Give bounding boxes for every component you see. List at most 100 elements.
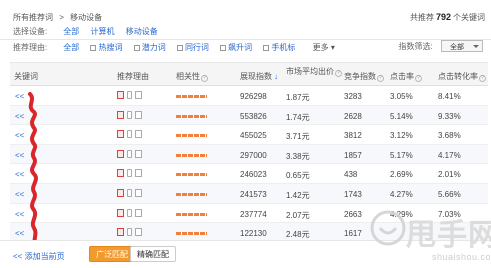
index-filter-select[interactable]: 全部 bbox=[441, 40, 483, 52]
document-icon bbox=[135, 228, 142, 237]
reason-checkbox-peer[interactable] bbox=[176, 45, 183, 51]
reason-checkbox-potential[interactable] bbox=[133, 45, 140, 51]
impressions-cell: 237774 bbox=[240, 209, 267, 219]
scribble-stroke bbox=[28, 92, 38, 248]
total-suffix: 个关键词 bbox=[453, 13, 485, 22]
reason-checkbox-rising[interactable] bbox=[220, 45, 227, 51]
avg-price-cell: 1.87元 bbox=[286, 93, 310, 102]
device-option-mobile[interactable]: 移动设备 bbox=[126, 26, 158, 37]
ctr-cell: 5.14% bbox=[390, 111, 413, 121]
avg-price-cell: 2.48元 bbox=[286, 230, 310, 240]
reason-icons bbox=[117, 149, 145, 159]
document-icon bbox=[135, 130, 142, 139]
reason-option-hot[interactable]: 热搜词 bbox=[98, 42, 122, 53]
total-count: 共推荐 792 个关键词 bbox=[410, 12, 485, 23]
col-ctr[interactable]: 点击率? bbox=[390, 71, 422, 82]
avg-price-cell: 1.74元 bbox=[286, 112, 310, 122]
competition-cell: 1617 bbox=[344, 229, 362, 239]
add-current-page-link[interactable]: << 添加当前页 bbox=[13, 251, 65, 262]
mobile-icon bbox=[127, 91, 132, 99]
exact-match-button[interactable]: 精确匹配 bbox=[130, 246, 176, 262]
competition-cell: 3812 bbox=[344, 131, 362, 141]
device-option-all[interactable]: 全部 bbox=[63, 26, 79, 37]
mobile-icon bbox=[127, 208, 132, 217]
ctr-cell: 5.17% bbox=[390, 150, 413, 160]
competition-cell: 3283 bbox=[344, 92, 362, 101]
help-icon: ? bbox=[335, 70, 342, 77]
reason-option-potential[interactable]: 潜力词 bbox=[142, 42, 166, 53]
cvr-cell: 8.41% bbox=[438, 92, 461, 101]
reason-icons bbox=[117, 91, 145, 100]
competition-cell: 1743 bbox=[344, 189, 362, 199]
col-competition-label: 竞争指数 bbox=[344, 72, 376, 81]
competition-cell: 2628 bbox=[344, 111, 362, 121]
reason-option-mobile-tag[interactable]: 手机标 bbox=[271, 42, 295, 53]
hot-tag-icon bbox=[117, 110, 124, 119]
sort-down-icon: ↓ bbox=[274, 72, 278, 81]
hot-tag-icon bbox=[117, 169, 124, 178]
table-row: << 297000 3.38元 1857 5.17% 4.17% bbox=[10, 144, 488, 165]
total-prefix: 共推荐 bbox=[409, 13, 434, 22]
breadcrumb-root[interactable]: 所有推荐词 bbox=[13, 13, 53, 22]
relevance-bar bbox=[176, 211, 207, 220]
mobile-icon bbox=[127, 149, 132, 158]
col-relevance[interactable]: 相关性? bbox=[176, 71, 208, 82]
col-impressions[interactable]: 展现指数 ↓ bbox=[240, 71, 278, 82]
more-filters-button[interactable]: 更多 ▾ bbox=[313, 43, 335, 52]
cvr-cell: 9.33% bbox=[438, 111, 461, 121]
hot-tag-icon bbox=[117, 149, 124, 158]
hot-tag-icon bbox=[117, 228, 124, 237]
reason-icons bbox=[117, 188, 145, 198]
impressions-cell: 246023 bbox=[240, 170, 267, 180]
ctr-cell: 3.12% bbox=[390, 131, 413, 141]
competition-cell: 2663 bbox=[344, 209, 362, 219]
mobile-icon bbox=[127, 188, 132, 197]
device-filter-label: 选择设备: bbox=[13, 27, 48, 36]
relevance-bar bbox=[176, 191, 207, 200]
cvr-cell: 4.17% bbox=[438, 150, 461, 160]
reason-checkbox-hot[interactable] bbox=[90, 45, 97, 51]
reason-icons bbox=[117, 208, 145, 218]
broad-match-button[interactable]: 广泛匹配 bbox=[89, 246, 135, 262]
reason-option-rising[interactable]: 飙升词 bbox=[228, 42, 252, 53]
impressions-cell: 553826 bbox=[240, 111, 267, 121]
col-avg-price[interactable]: 市场平均出价? bbox=[286, 66, 342, 77]
chevron-down-icon: ▾ bbox=[330, 43, 335, 52]
col-reason: 推荐理由 bbox=[117, 72, 149, 81]
col-avg-price-label: 市场平均出价 bbox=[286, 67, 334, 76]
competition-cell: 438 bbox=[344, 170, 358, 180]
impressions-cell: 926298 bbox=[240, 92, 267, 101]
document-icon bbox=[135, 149, 142, 158]
avg-price-cell: 0.65元 bbox=[286, 171, 310, 181]
reason-checkbox-mobile-tag[interactable] bbox=[263, 45, 270, 51]
reason-option-all[interactable]: 全部 bbox=[63, 42, 79, 53]
table-row: << 455025 3.71元 3812 3.12% 3.68% bbox=[10, 125, 488, 145]
mobile-icon bbox=[127, 169, 132, 178]
reason-filter: 推荐理由: 全部 热搜词 潜力词 同行词 飙升词 手机标 更多 ▾ bbox=[13, 42, 335, 53]
hot-tag-icon bbox=[117, 188, 124, 197]
device-filter: 选择设备: 全部 计算机 移动设备 bbox=[13, 26, 167, 37]
col-keyword: 关键词 bbox=[14, 72, 38, 81]
document-icon bbox=[135, 91, 142, 99]
breadcrumb: 所有推荐词 > 移动设备 bbox=[13, 12, 106, 23]
help-icon: ? bbox=[415, 75, 422, 82]
watermark-sub: shuaishou.com bbox=[432, 252, 491, 262]
index-filter-value: 全部 bbox=[450, 44, 464, 51]
col-cvr[interactable]: 点击转化率? bbox=[438, 71, 486, 82]
help-icon: ? bbox=[201, 75, 208, 82]
top-panel: 所有推荐词 > 移动设备 共推荐 792 个关键词 选择设备: 全部 计算机 移动设… bbox=[0, 0, 491, 40]
device-option-computer[interactable]: 计算机 bbox=[90, 26, 114, 37]
document-icon bbox=[135, 169, 142, 178]
reason-icons bbox=[117, 228, 145, 237]
hot-tag-icon bbox=[117, 208, 124, 217]
more-filters-label: 更多 bbox=[312, 43, 329, 52]
reason-option-peer[interactable]: 同行词 bbox=[185, 42, 209, 53]
document-icon bbox=[135, 188, 142, 197]
competition-cell: 1857 bbox=[344, 150, 362, 160]
avg-price-cell: 1.42元 bbox=[286, 190, 310, 200]
mobile-icon bbox=[127, 130, 132, 139]
document-icon bbox=[135, 110, 142, 119]
cvr-cell: 2.01% bbox=[438, 170, 461, 180]
ctr-cell: 2.69% bbox=[390, 170, 413, 180]
col-competition[interactable]: 竞争指数? bbox=[344, 71, 384, 82]
